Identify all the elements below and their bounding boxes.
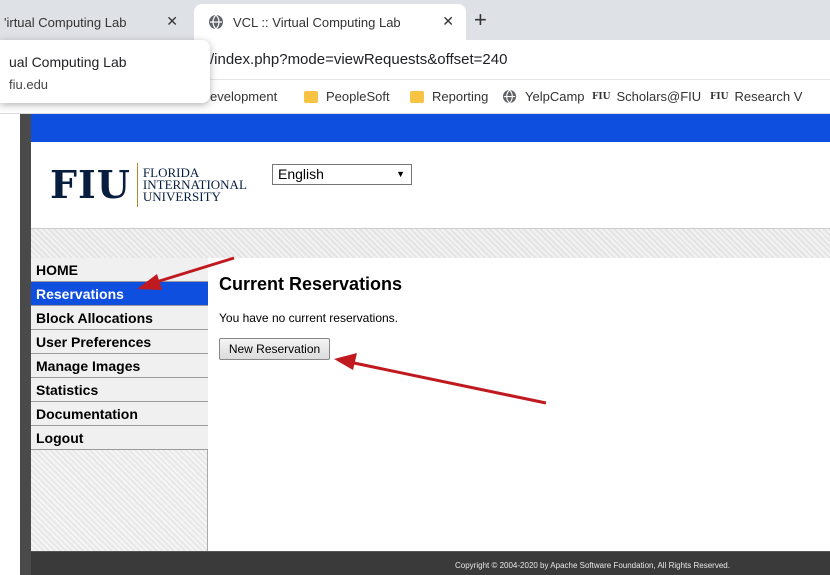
language-select[interactable]: English ▼ — [272, 164, 412, 185]
fiu-logo-text: FLORIDA INTERNATIONAL UNIVERSITY — [142, 166, 247, 204]
folder-icon — [304, 90, 318, 103]
bookmark-yelpcamp[interactable]: YelpCamp — [502, 89, 585, 104]
url-text[interactable]: /index.php?mode=viewRequests&offset=240 — [210, 51, 507, 68]
page-left-frame — [20, 114, 31, 575]
bookmark-label: Scholars@FIU — [616, 89, 702, 104]
browser-tab-1[interactable]: 'irtual Computing Lab ✕ — [0, 4, 190, 40]
tab-hover-card: ual Computing Lab fiu.edu — [0, 40, 210, 103]
bookmark-peoplesoft[interactable]: PeopleSoft — [304, 89, 390, 104]
sidebar-item-reservations[interactable]: Reservations — [31, 282, 208, 306]
tab-1-label: 'irtual Computing Lab — [4, 14, 127, 30]
page-top-bar — [31, 114, 830, 142]
folder-icon — [410, 90, 424, 103]
screenshot-root: 'irtual Computing Lab ✕ VCL :: Virtual C… — [0, 0, 830, 575]
new-tab-icon[interactable]: + — [474, 7, 487, 33]
main-content — [209, 258, 830, 551]
page-title: Current Reservations — [219, 274, 403, 294]
header-stripe — [31, 228, 830, 258]
sidebar-item-manage-images[interactable]: Manage Images — [31, 354, 208, 378]
logo-line: UNIVERSITY — [142, 189, 221, 204]
bookmark-label: evelopment — [210, 89, 278, 104]
globe-icon — [209, 14, 223, 30]
bookmark-scholars-fiu[interactable]: FIU Scholars@FIU — [592, 89, 701, 104]
hover-card-domain: fiu.edu — [9, 77, 49, 92]
bookmark-reporting[interactable]: Reporting — [410, 89, 488, 104]
sidebar-item-home[interactable]: HOME — [31, 258, 208, 282]
fiu-logo-mark: FIU — [50, 162, 131, 207]
bookmark-label: Research V — [734, 89, 803, 104]
close-icon[interactable]: ✕ — [166, 13, 178, 30]
copyright-text: Copyright © 2004-2020 by Apache Software… — [455, 561, 730, 570]
chevron-down-icon: ▼ — [396, 169, 405, 179]
fiu-logo-icon: FIU — [710, 91, 729, 102]
globe-icon — [502, 89, 517, 104]
new-reservation-button[interactable]: New Reservation — [219, 338, 330, 360]
sidebar-item-documentation[interactable]: Documentation — [31, 402, 208, 426]
sidebar-item-block-allocations[interactable]: Block Allocations — [31, 306, 208, 330]
bookmark-label: Reporting — [432, 89, 489, 104]
fiu-logo: FIU FLORIDA INTERNATIONAL UNIVERSITY — [50, 163, 247, 207]
tab-2-label: VCL :: Virtual Computing Lab — [233, 14, 401, 30]
bookmark-development[interactable]: evelopment — [210, 89, 277, 104]
browser-tab-2[interactable]: VCL :: Virtual Computing Lab ✕ — [194, 4, 466, 40]
bookmark-label: PeopleSoft — [326, 89, 390, 104]
hover-card-title: ual Computing Lab — [9, 54, 127, 70]
fiu-logo-icon: FIU — [592, 91, 611, 102]
sidebar-item-statistics[interactable]: Statistics — [31, 378, 208, 402]
bookmark-label: YelpCamp — [525, 89, 585, 104]
browser-tab-bar: 'irtual Computing Lab ✕ VCL :: Virtual C… — [0, 0, 830, 40]
sidebar-item-logout[interactable]: Logout — [31, 426, 208, 450]
bookmark-research[interactable]: FIU Research V — [710, 89, 802, 104]
sidebar-item-user-preferences[interactable]: User Preferences — [31, 330, 208, 354]
language-value: English — [278, 166, 324, 182]
logo-divider — [136, 163, 138, 207]
no-reservations-message: You have no current reservations. — [219, 311, 398, 325]
close-icon[interactable]: ✕ — [442, 13, 454, 30]
